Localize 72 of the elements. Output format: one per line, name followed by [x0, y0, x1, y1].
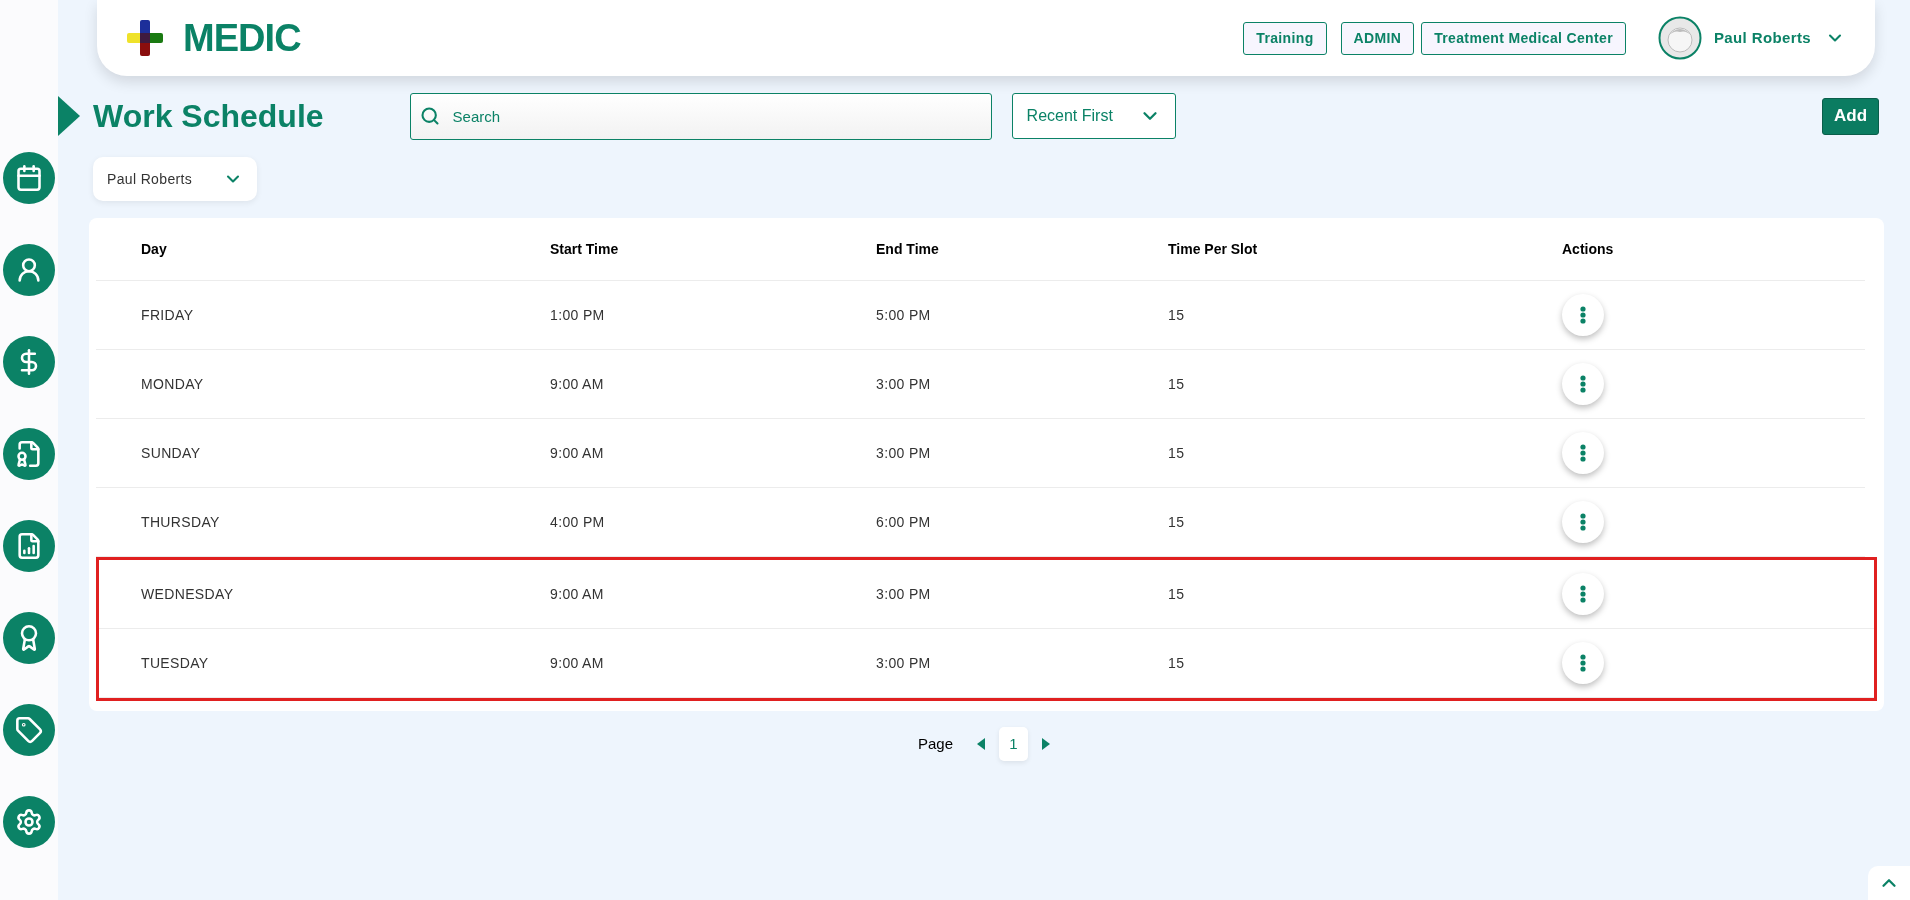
- table-cell-text: 15: [1168, 584, 1185, 604]
- page-number[interactable]: 1: [999, 727, 1028, 761]
- column-header: End Time: [876, 239, 939, 259]
- tag-icon: [15, 716, 43, 744]
- user-menu-button[interactable]: Paul Roberts: [1713, 26, 1845, 50]
- role-badge: ADMIN: [1340, 21, 1415, 55]
- sidebar-item[interactable]: [3, 796, 55, 848]
- table-cell-text: THURSDAY: [141, 512, 220, 532]
- logo-text: MEDIC: [183, 15, 301, 61]
- search-icon: [419, 105, 440, 126]
- row-actions-button[interactable]: [1562, 294, 1604, 336]
- table-cell-text: 3:00 PM: [876, 374, 931, 394]
- row-actions-button[interactable]: [1562, 642, 1604, 684]
- more-icon: [1580, 513, 1586, 531]
- search-field[interactable]: Search: [409, 92, 992, 140]
- row-actions-button[interactable]: [1562, 363, 1604, 405]
- row-actions-button[interactable]: [1562, 573, 1604, 615]
- more-icon: [1580, 375, 1586, 393]
- sidebar-item[interactable]: [3, 428, 55, 480]
- more-icon: [1580, 585, 1586, 603]
- column-header: Day: [141, 239, 167, 259]
- table-cell-text: 15: [1168, 443, 1185, 463]
- column-header: Time Per Slot: [1168, 239, 1258, 259]
- more-icon: [1580, 654, 1586, 672]
- table-cell-text: 3:00 PM: [876, 653, 931, 673]
- document-icon: [15, 440, 43, 468]
- cross-logo-icon: [127, 20, 163, 56]
- table-cell-text: 9:00 AM: [550, 653, 604, 673]
- table-cell-text: 15: [1168, 305, 1185, 325]
- triangle-marker-icon: [58, 96, 80, 136]
- sidebar-item[interactable]: [3, 704, 55, 756]
- table-cell-text: 3:00 PM: [876, 443, 931, 463]
- table-cell-text: 15: [1168, 374, 1185, 394]
- table-cell-text: 4:00 PM: [550, 512, 605, 532]
- table-cell-text: 9:00 AM: [550, 443, 604, 463]
- scroll-top-button[interactable]: [1868, 866, 1910, 900]
- sidebar-item[interactable]: [3, 336, 55, 388]
- table-cell-text: SUNDAY: [141, 443, 201, 463]
- sort-dropdown[interactable]: Recent First: [1011, 93, 1176, 139]
- role-badge: Treatment Medical Center: [1421, 21, 1626, 55]
- table-cell-text: TUESDAY: [141, 653, 209, 673]
- page-label: Page: [917, 733, 953, 754]
- table-cell-text: 3:00 PM: [876, 584, 931, 604]
- table-cell-text: 6:00 PM: [876, 512, 931, 532]
- column-header: Actions: [1562, 239, 1614, 259]
- calendar-icon: [15, 164, 43, 192]
- sidebar-item[interactable]: [3, 152, 55, 204]
- table-cell-text: WEDNESDAY: [141, 584, 234, 604]
- sidebar-item[interactable]: [3, 612, 55, 664]
- table-cell-text: 9:00 AM: [550, 584, 604, 604]
- table-cell-text: MONDAY: [141, 374, 204, 394]
- next-page-icon[interactable]: [1042, 738, 1050, 750]
- column-header: Start Time: [550, 239, 619, 259]
- row-actions-button[interactable]: [1562, 501, 1604, 543]
- table-cell-text: 15: [1168, 653, 1185, 673]
- table-cell-text: 9:00 AM: [550, 374, 604, 394]
- more-icon: [1580, 306, 1586, 324]
- table-cell-text: FRIDAY: [141, 305, 194, 325]
- report-icon: [15, 532, 43, 560]
- add-button[interactable]: Add: [1822, 97, 1879, 135]
- sidebar-item[interactable]: [3, 520, 55, 572]
- employee-dropdown[interactable]: Paul Roberts: [93, 157, 257, 201]
- table-cell-text: 1:00 PM: [550, 305, 605, 325]
- more-icon: [1580, 444, 1586, 462]
- row-actions-button[interactable]: [1562, 432, 1604, 474]
- sidebar-item[interactable]: [3, 244, 55, 296]
- previous-page-icon[interactable]: [977, 738, 985, 750]
- page-title: Work Schedule: [93, 97, 324, 136]
- table-cell-text: 5:00 PM: [876, 305, 931, 325]
- settings-icon: [15, 808, 43, 836]
- table-cell-text: 15: [1168, 512, 1185, 532]
- role-badge: Training: [1243, 21, 1327, 55]
